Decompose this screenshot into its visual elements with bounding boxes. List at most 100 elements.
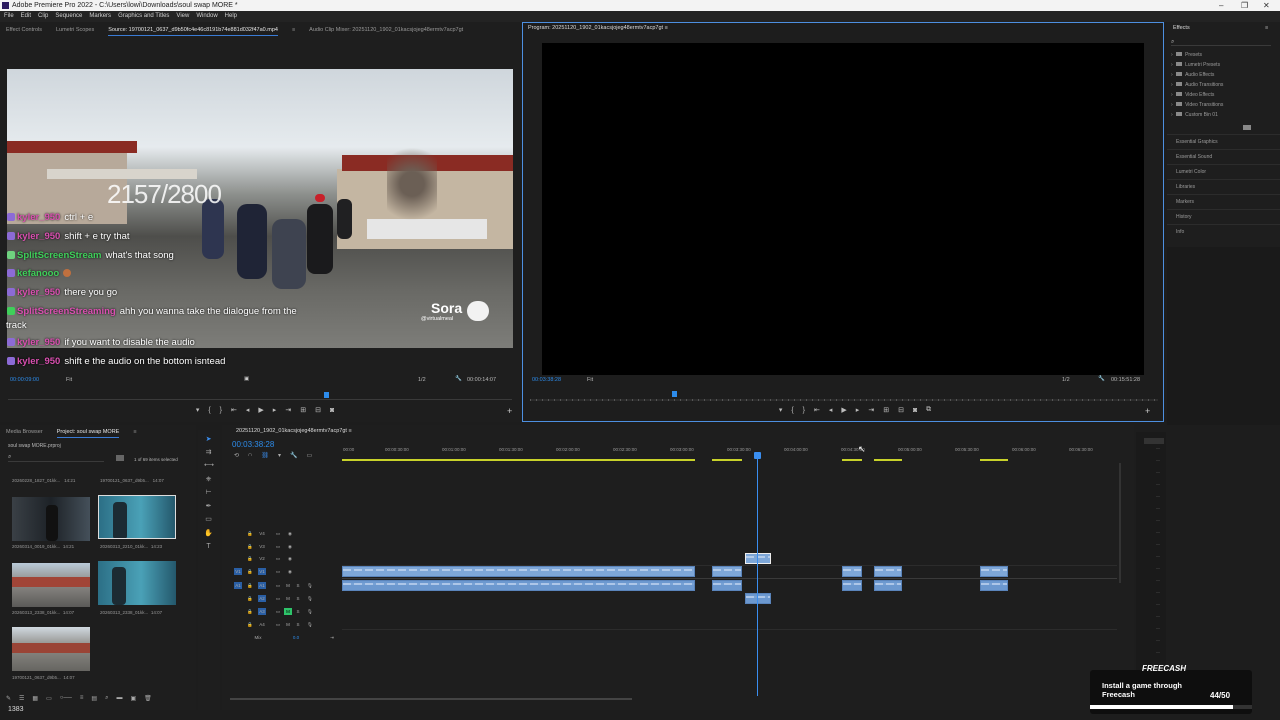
audio-clip[interactable] [342, 580, 695, 591]
section-lumetri-color[interactable]: Lumetri Color [1167, 164, 1280, 179]
effects-tree-item[interactable]: › Video Effects [1171, 90, 1276, 100]
section-libraries[interactable]: Libraries [1167, 179, 1280, 194]
icon-view-icon[interactable]: ▦ [32, 695, 38, 702]
step-back-icon[interactable]: ◂ [246, 406, 250, 414]
clip-thumbnail[interactable] [98, 561, 176, 605]
lock-icon[interactable]: 🔒 [246, 568, 254, 575]
mute-button-active[interactable]: M [284, 608, 292, 615]
new-bin-icon[interactable]: ▬ [116, 695, 122, 702]
eye-icon[interactable]: ◉ [286, 530, 294, 537]
section-history[interactable]: History [1167, 209, 1280, 224]
track-label[interactable]: A3 [258, 608, 266, 615]
selection-tool-icon[interactable]: ➤ [204, 435, 213, 444]
sync-icon[interactable]: ▭ [274, 608, 282, 615]
audio-clip[interactable] [745, 593, 771, 604]
overwrite-icon[interactable]: ⊟ [315, 406, 321, 414]
lock-icon[interactable]: 🔒 [246, 621, 254, 628]
mark-in-icon[interactable]: { [791, 407, 793, 414]
eye-icon[interactable]: ◉ [286, 543, 294, 550]
linked-selection-icon[interactable]: ⛓ [261, 452, 269, 459]
export-frame-icon[interactable]: ▣ [244, 376, 249, 382]
menu-sequence[interactable]: Sequence [55, 11, 82, 22]
effects-menu-icon[interactable]: ≡ [1265, 25, 1268, 31]
timeline-tab[interactable]: 20251120_1902_01kacsjojeg48ermtv7acp7gt … [236, 428, 352, 434]
lock-icon[interactable]: 🔒 [246, 582, 254, 589]
sort-icon[interactable]: ≡ [80, 695, 84, 702]
tab-lumetri-scopes[interactable]: Lumetri Scopes [56, 23, 94, 37]
mute-button[interactable]: M [284, 621, 292, 628]
freeform-view-icon[interactable]: ▭ [46, 695, 52, 702]
lock-icon[interactable]: 🔒 [246, 595, 254, 602]
camera-icon[interactable]: ◙ [913, 407, 917, 414]
pen-tool-icon[interactable]: ✒ [204, 502, 213, 511]
extract-icon[interactable]: ⊟ [898, 406, 904, 414]
add-marker-icon[interactable]: ▾ [278, 452, 281, 459]
pencil-icon[interactable]: ✎ [6, 695, 11, 702]
lock-icon[interactable]: 🔒 [246, 555, 254, 562]
minimize-button[interactable]: – [1219, 0, 1223, 11]
track-label[interactable]: A1 [258, 582, 266, 589]
tab-project[interactable]: Project: soul swap MORE [57, 425, 120, 439]
project-menu-icon[interactable]: ≡ [133, 425, 136, 439]
lift-icon[interactable]: ⊞ [883, 406, 889, 414]
program-resolution-select[interactable]: 1/2 [1062, 377, 1070, 383]
video-clip[interactable] [980, 566, 1008, 577]
clip-thumbnail[interactable] [12, 497, 90, 541]
source-scrub-bar[interactable] [8, 399, 512, 400]
mic-icon[interactable]: 🎙 [306, 608, 314, 615]
trash-icon[interactable]: 🗑 [144, 695, 152, 702]
slip-tool-icon[interactable]: ⊢ [204, 488, 213, 497]
source-fit-select[interactable]: Fit [66, 377, 72, 383]
program-playhead[interactable] [672, 391, 678, 397]
program-timecode[interactable]: 00:03:38:28 [532, 377, 561, 383]
solo-button[interactable]: S [294, 582, 302, 589]
timeline-timecode[interactable]: 00:03:38:28 [232, 440, 274, 449]
go-to-end-icon[interactable]: ⇥ [328, 634, 336, 641]
go-to-in-icon[interactable]: ⇤ [231, 406, 237, 414]
effects-tree-item[interactable]: › Audio Transitions [1171, 80, 1276, 90]
video-clip[interactable] [342, 566, 695, 577]
compare-icon[interactable]: ⧉ [926, 406, 931, 414]
tab-source[interactable]: Source: 19700121_0637_d9b50fc4e46c8191b7… [108, 23, 278, 37]
timeline-horizontal-scrollbar[interactable] [230, 698, 632, 700]
audio-clip[interactable] [874, 580, 902, 591]
add-marker-icon[interactable]: ▾ [196, 406, 200, 414]
freecash-ad[interactable]: FREECASH Install a game through Freecash… [1090, 664, 1252, 714]
section-essential-sound[interactable]: Essential Sound [1167, 149, 1280, 164]
lock-icon[interactable]: 🔒 [246, 608, 254, 615]
sync-icon[interactable]: ▭ [274, 568, 282, 575]
type-tool-icon[interactable]: T [204, 542, 213, 551]
tab-media-browser[interactable]: Media Browser [6, 425, 43, 439]
track-select-tool-icon[interactable]: ⇉ [204, 448, 213, 457]
sync-icon[interactable]: ▭ [274, 582, 282, 589]
play-icon[interactable]: ▶ [258, 406, 263, 414]
video-clip-selected[interactable] [745, 553, 771, 564]
source-panel-menu-icon[interactable]: ≡ [292, 23, 295, 37]
timeline-vertical-scrollbar[interactable] [1119, 463, 1121, 583]
nest-icon[interactable]: ⟲ [234, 452, 239, 459]
clip-thumbnail[interactable] [12, 563, 90, 607]
hand-tool-icon[interactable]: ✋ [204, 529, 213, 538]
playhead-handle[interactable] [754, 452, 761, 459]
video-clip[interactable] [712, 566, 742, 577]
audio-clip[interactable] [842, 580, 862, 591]
source-patch-a1[interactable]: A1 [234, 582, 242, 589]
source-timecode[interactable]: 00:00:09:00 [10, 377, 39, 383]
tab-audio-clip-mixer[interactable]: Audio Clip Mixer: 20251120_1902_01kacsjo… [309, 23, 463, 37]
clip-thumbnail-selected[interactable] [98, 495, 176, 539]
mic-icon[interactable]: 🎙 [306, 595, 314, 602]
insert-icon[interactable]: ⊞ [300, 406, 306, 414]
effects-tree-item[interactable]: › Presets [1171, 50, 1276, 60]
program-menu-icon[interactable]: ≡ [665, 25, 668, 31]
add-marker-icon[interactable]: ▾ [779, 406, 783, 414]
clip-thumbnail[interactable] [12, 627, 90, 671]
source-playhead[interactable] [323, 392, 329, 398]
go-to-in-icon[interactable]: ⇤ [814, 406, 820, 414]
menu-file[interactable]: File [4, 11, 14, 22]
section-info[interactable]: Info [1167, 224, 1280, 239]
audio-clip[interactable] [980, 580, 1008, 591]
captions-icon[interactable]: ▭ [306, 452, 312, 459]
eye-icon[interactable]: ◉ [286, 555, 294, 562]
timeline-playhead[interactable] [757, 452, 758, 696]
mic-icon[interactable]: 🎙 [306, 621, 314, 628]
